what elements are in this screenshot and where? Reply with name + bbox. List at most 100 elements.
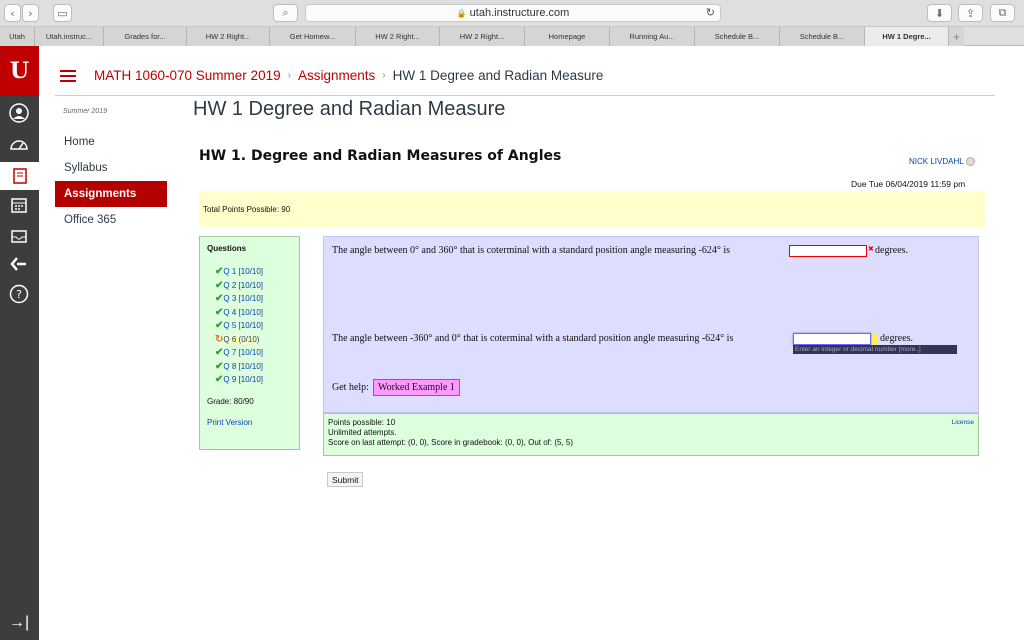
course-nav-assignments[interactable]: Assignments [55, 181, 167, 207]
question-part2-unit: degrees. [880, 333, 914, 344]
back-icon[interactable]: ‹ [4, 4, 21, 22]
new-tab-icon[interactable]: + [949, 27, 964, 46]
tab-bar: Utah Utah.instruc... Grades for... HW 2 Rig… [0, 26, 1024, 46]
breadcrumb-course-link[interactable]: MATH 1060-070 Summer 2019 [94, 68, 281, 83]
last-attempt-text: Score on last attempt: (0, 0), Score in … [328, 438, 574, 447]
forward-icon[interactable]: › [22, 4, 39, 22]
browser-tab[interactable]: Schedule B... [780, 27, 865, 46]
inbox-icon[interactable] [8, 224, 30, 246]
download-icon[interactable]: ⬇ [927, 4, 952, 22]
browser-tab[interactable]: HW 2 Right... [187, 27, 270, 46]
question-label: Q 9 [223, 375, 237, 384]
input-hint-tooltip: Enter an integer or decimal number [more… [793, 345, 957, 354]
browser-tab[interactable]: HW 1 Degre... [865, 27, 949, 46]
question-link[interactable]: Q 8 [10/10] [223, 362, 263, 371]
grade-text: Grade: 80/90 [207, 396, 254, 406]
question-row[interactable]: ↻Q 6 (0/10) [207, 333, 292, 347]
search-icon[interactable]: ⌕ [273, 4, 298, 22]
question-score: [10/10] [238, 294, 263, 303]
user-name-text: NICK LIVDAHL [909, 157, 964, 166]
question-link[interactable]: Q 9 [10/10] [223, 375, 263, 384]
browser-tab[interactable]: HW 2 Right... [356, 27, 440, 46]
browser-tab[interactable]: Homepage [525, 27, 610, 46]
question-rows: ✔Q 1 [10/10] ✔Q 2 [10/10] ✔Q 3 [10/10] ✔Q 4… [207, 265, 292, 387]
browser-tab[interactable]: Schedule B... [695, 27, 780, 46]
browser-tab[interactable]: Utah [0, 27, 35, 46]
question-row[interactable]: ✔Q 8 [10/10] [207, 360, 292, 374]
course-term: Summer 2019 [63, 108, 107, 115]
total-points-bar: Total Points Possible: 90 [199, 191, 985, 228]
question-row[interactable]: ✔Q 7 [10/10] [207, 346, 292, 360]
tabs-overview-icon[interactable]: ⧉ [990, 4, 1015, 22]
hamburger-menu-icon[interactable] [60, 69, 76, 82]
url-bar[interactable]: 🔒 utah.instructure.com ↻ [305, 4, 721, 22]
question-link[interactable]: Q 6 (0/10) [223, 334, 260, 344]
attempts-text: Unlimited attempts. [328, 428, 397, 437]
print-version-link[interactable]: Print Version [207, 418, 292, 427]
question-score: [10/10] [238, 375, 263, 384]
question-label: Q 5 [223, 321, 237, 330]
questions-header: Questions [207, 244, 247, 253]
question-row[interactable]: ✔Q 2 [10/10] [207, 279, 292, 293]
browser-tab[interactable]: Get Homew... [270, 27, 356, 46]
help-icon[interactable]: ? [8, 283, 30, 305]
question-link[interactable]: Q 2 [10/10] [223, 281, 263, 290]
question-row[interactable]: ✔Q 1 [10/10] [207, 265, 292, 279]
reload-icon[interactable]: ↻ [706, 6, 715, 19]
license-link[interactable]: License [952, 418, 974, 428]
commons-icon[interactable] [8, 253, 30, 275]
question-label: Q 2 [223, 280, 237, 290]
points-panel: Points possible: 10 Unlimited attempts. … [323, 413, 979, 456]
user-name[interactable]: NICK LIVDAHL [909, 157, 975, 167]
question-label: Q 1 [223, 267, 237, 276]
total-points-text: Total Points Possible: 90 [203, 205, 291, 214]
university-logo[interactable]: U [0, 46, 39, 96]
question-label: Q 4 [223, 307, 237, 317]
account-icon[interactable] [8, 102, 30, 124]
browser-toolbar: ‹ › ▭ ⌕ 🔒 utah.instructure.com ↻ ⬇ ⇪ ⧉ [0, 0, 1024, 26]
collapse-nav-icon[interactable]: →| [9, 614, 29, 632]
question-link[interactable]: Q 5 [10/10] [223, 321, 263, 330]
browser-tab[interactable]: Grades for... [104, 27, 187, 46]
question-label: Q 6 [223, 334, 237, 344]
question-part1-unit: degrees. [875, 245, 909, 256]
dashboard-icon[interactable] [8, 134, 30, 156]
question-score: [10/10] [238, 321, 263, 330]
question-label: Q 8 [223, 361, 237, 371]
answer-input-part2[interactable] [793, 333, 871, 345]
courses-icon[interactable] [0, 162, 39, 190]
question-link[interactable]: Q 1 [10/10] [223, 267, 263, 276]
points-possible: Points possible: 10 [328, 418, 396, 427]
question-score: [10/10] [238, 307, 263, 317]
share-icon[interactable]: ⇪ [958, 4, 983, 22]
course-nav-home[interactable]: Home [55, 129, 167, 155]
sidebar-icon[interactable]: ▭ [53, 4, 72, 22]
due-date: Due Tue 06/04/2019 11:59 pm [851, 179, 966, 189]
question-score: [10/10] [238, 267, 263, 276]
question-row[interactable]: ✔Q 9 [10/10] [207, 373, 292, 387]
browser-tab[interactable]: Running Au... [610, 27, 695, 46]
course-nav-office365[interactable]: Office 365 [55, 207, 167, 233]
question-row[interactable]: ✔Q 4 [10/10] [207, 306, 292, 320]
breadcrumb-assignments-link[interactable]: Assignments [298, 68, 375, 83]
browser-tab[interactable]: HW 2 Right... [440, 27, 525, 46]
question-label: Q 7 [223, 348, 237, 357]
course-nav-syllabus[interactable]: Syllabus [55, 155, 167, 181]
question-score: [10/10] [238, 361, 263, 371]
help-label: Get help: [332, 382, 369, 393]
question-score: [10/10] [238, 348, 263, 357]
question-row[interactable]: ✔Q 5 [10/10] [207, 319, 292, 333]
question-link[interactable]: Q 4 [10/10] [223, 308, 263, 317]
question-label: Q 3 [223, 294, 237, 303]
browser-chrome: ‹ › ▭ ⌕ 🔒 utah.instructure.com ↻ ⬇ ⇪ ⧉ U… [0, 0, 1024, 46]
breadcrumb-separator-icon: › [287, 70, 291, 81]
answer-input-part1[interactable] [789, 245, 867, 257]
question-link[interactable]: Q 3 [10/10] [223, 294, 263, 303]
breadcrumb: MATH 1060-070 Summer 2019 › Assignments … [55, 56, 995, 96]
browser-tab[interactable]: Utah.instruc... [35, 27, 104, 46]
calendar-icon[interactable] [8, 194, 30, 216]
question-link[interactable]: Q 7 [10/10] [223, 348, 263, 357]
question-row[interactable]: ✔Q 3 [10/10] [207, 292, 292, 306]
worked-example-button[interactable]: Worked Example 1 [372, 379, 460, 396]
submit-button[interactable]: Submit [327, 472, 364, 487]
